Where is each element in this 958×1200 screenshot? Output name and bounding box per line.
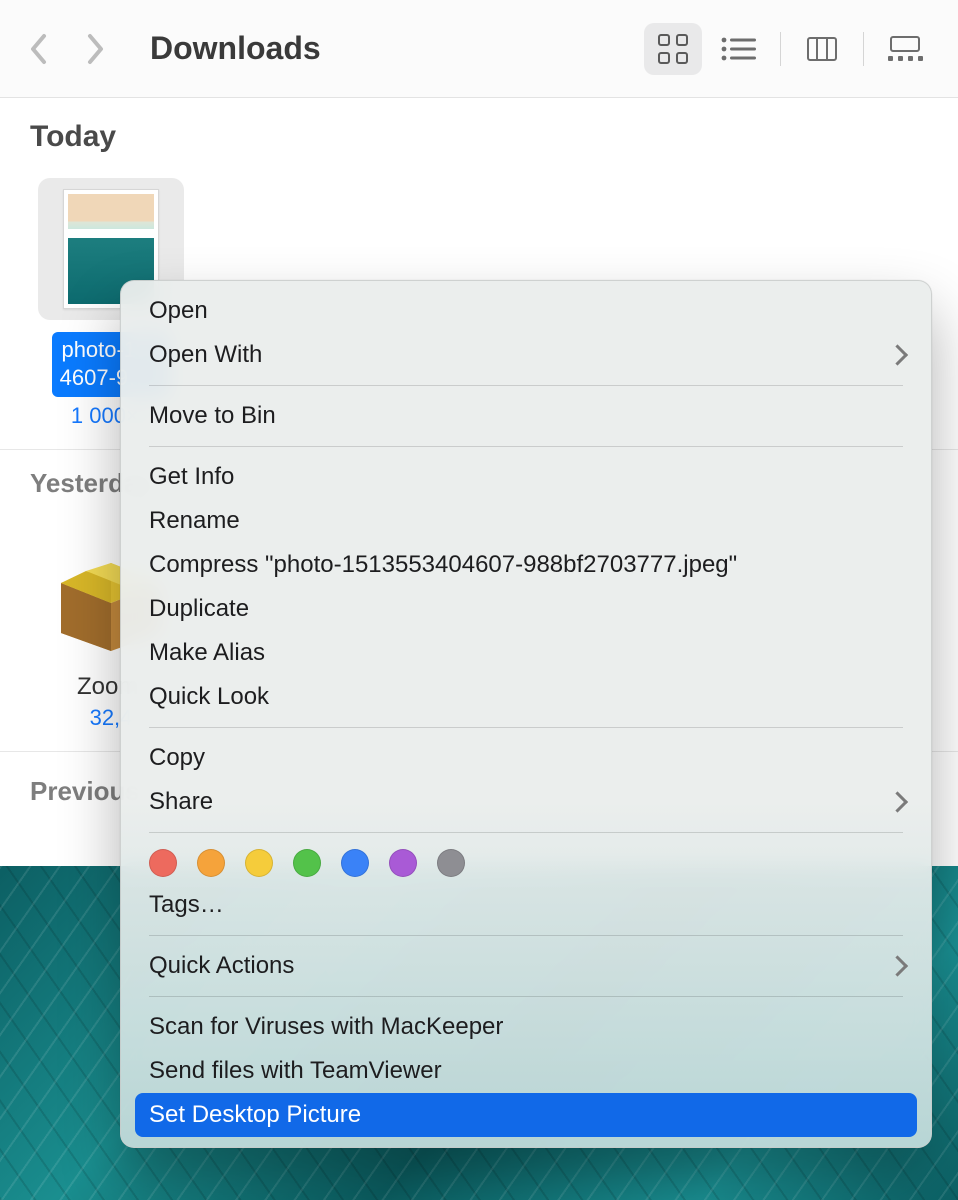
- menu-open[interactable]: Open: [135, 289, 917, 333]
- menu-compress[interactable]: Compress "photo-1513553404607-988bf27037…: [135, 543, 917, 587]
- menu-separator: [149, 832, 903, 833]
- menu-separator: [149, 935, 903, 936]
- menu-tag-colors: [135, 841, 917, 883]
- menu-separator: [149, 385, 903, 386]
- menu-move-to-bin[interactable]: Move to Bin: [135, 394, 917, 438]
- menu-duplicate[interactable]: Duplicate: [135, 587, 917, 631]
- nav-forward-button[interactable]: [80, 34, 110, 64]
- view-gallery-button[interactable]: [876, 23, 934, 75]
- tag-gray[interactable]: [437, 849, 465, 877]
- view-columns-button[interactable]: [793, 23, 851, 75]
- menu-make-alias[interactable]: Make Alias: [135, 631, 917, 675]
- view-list-button[interactable]: [710, 23, 768, 75]
- tag-orange[interactable]: [197, 849, 225, 877]
- context-menu: Open Open With Move to Bin Get Info Rena…: [120, 280, 932, 1148]
- section-header-today: Today: [0, 98, 958, 164]
- menu-share[interactable]: Share: [135, 780, 917, 824]
- tag-red[interactable]: [149, 849, 177, 877]
- menu-separator: [149, 996, 903, 997]
- menu-tags[interactable]: Tags…: [135, 883, 917, 927]
- view-icon-button[interactable]: [644, 23, 702, 75]
- menu-open-with[interactable]: Open With: [135, 333, 917, 377]
- tag-blue[interactable]: [341, 849, 369, 877]
- tag-yellow[interactable]: [245, 849, 273, 877]
- menu-set-desktop-picture[interactable]: Set Desktop Picture: [135, 1093, 917, 1137]
- menu-quick-look[interactable]: Quick Look: [135, 675, 917, 719]
- menu-separator: [149, 727, 903, 728]
- menu-scan-viruses[interactable]: Scan for Viruses with MacKeeper: [135, 1005, 917, 1049]
- nav-back-button[interactable]: [24, 34, 54, 64]
- view-switcher: [644, 23, 934, 75]
- menu-get-info[interactable]: Get Info: [135, 455, 917, 499]
- columns-icon: [807, 37, 837, 61]
- menu-quick-actions[interactable]: Quick Actions: [135, 944, 917, 988]
- tag-green[interactable]: [293, 849, 321, 877]
- menu-rename[interactable]: Rename: [135, 499, 917, 543]
- menu-copy[interactable]: Copy: [135, 736, 917, 780]
- window-title: Downloads: [150, 30, 321, 67]
- menu-send-teamviewer[interactable]: Send files with TeamViewer: [135, 1049, 917, 1093]
- menu-separator: [149, 446, 903, 447]
- list-icon: [721, 36, 757, 62]
- finder-toolbar: Downloads: [0, 0, 958, 98]
- tag-purple[interactable]: [389, 849, 417, 877]
- grid-icon: [658, 34, 688, 64]
- gallery-icon: [888, 36, 922, 62]
